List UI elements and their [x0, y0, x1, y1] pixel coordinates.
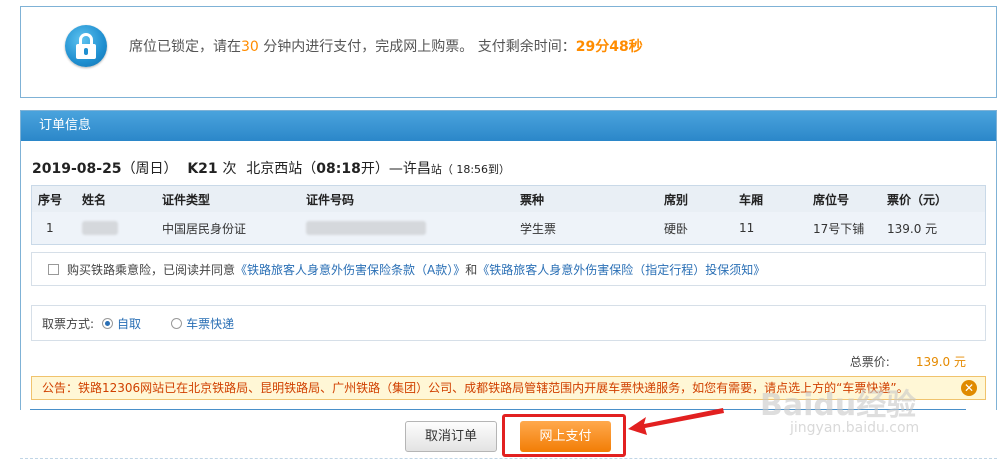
fetch-express-radio[interactable]	[171, 317, 183, 329]
passenger-table: 序号 姓名 证件类型 证件号码 票种 席别 车厢 席位号 票价（元） 1 中国居…	[31, 185, 986, 245]
table-row: 1 中国居民身份证 学生票 硬卧 11 17号下铺 139.0 元	[32, 212, 985, 244]
column-header: 票种	[520, 192, 545, 207]
fetch-label: 取票方式:	[42, 316, 95, 331]
cancel-order-button[interactable]: 取消订单	[405, 421, 497, 452]
lock-message-text-2: 分钟内进行支付，完成网上购票。 支付剩余时间：	[258, 39, 576, 55]
cell-id-type: 中国居民身份证	[162, 221, 247, 236]
departure-time: 08:18	[316, 161, 361, 177]
close-icon[interactable]: ✕	[961, 380, 977, 396]
column-header: 序号	[38, 192, 63, 207]
to-station: 许昌	[402, 161, 431, 177]
pay-online-button[interactable]: 网上支付	[520, 421, 611, 452]
total-value: 139.0 元	[915, 355, 966, 369]
cell-seat-no: 17号下铺	[813, 221, 865, 236]
total-label: 总票价:	[849, 355, 890, 369]
fetch-self-label[interactable]: 自取	[117, 315, 141, 332]
fetch-self-radio[interactable]	[102, 317, 114, 329]
from-suffix: 站（	[288, 161, 317, 177]
ticket-fetch-row: 取票方式: 自取 车票快递	[31, 305, 986, 341]
column-header: 证件类型	[162, 192, 211, 207]
lock-message-text: 席位已锁定，请在	[129, 39, 241, 55]
payment-countdown: 29分48秒	[575, 39, 643, 55]
lock-message: 席位已锁定，请在30 分钟内进行支付，完成网上购票。 支付剩余时间：29分48秒	[129, 36, 643, 56]
insurance-row: 购买铁路乘意险，已阅读并同意 《铁路旅客人身意外伤害保险条款（A款）》 和 《铁…	[31, 252, 986, 286]
pay-minutes: 30	[241, 39, 259, 55]
insurance-notice-link[interactable]: 《铁路旅客人身意外伤害保险（指定行程）投保须知》	[477, 261, 765, 278]
baidu-watermark-url: jingyan.baidu.com	[790, 420, 920, 436]
arrival-time: （ 18:56到）	[441, 163, 511, 176]
table-header: 序号 姓名 证件类型 证件号码 票种 席别 车厢 席位号 票价（元）	[32, 186, 985, 212]
column-header: 席位号	[813, 192, 850, 207]
cell-id-number-redacted	[300, 221, 514, 236]
insurance-and: 和	[465, 262, 478, 277]
fetch-express-label[interactable]: 车票快递	[186, 315, 234, 332]
departure-suffix: 开）—	[360, 161, 403, 177]
lock-notice-panel: 席位已锁定，请在30 分钟内进行支付，完成网上购票。 支付剩余时间：29分48秒	[20, 6, 997, 98]
total-price: 总票价: 139.0 元	[850, 353, 966, 370]
trip-date: 2019-08-25	[32, 161, 122, 177]
order-info-header: 订单信息	[21, 111, 996, 141]
cell-no: 1	[46, 221, 54, 235]
column-header: 证件号码	[306, 192, 355, 207]
train-number: K21	[187, 161, 218, 177]
train-suffix: 次	[222, 161, 237, 177]
insurance-checkbox[interactable]	[48, 263, 59, 275]
from-station: 北京西	[246, 161, 289, 177]
column-header: 车厢	[739, 192, 764, 207]
cell-seat-class: 硬卧	[664, 221, 689, 236]
column-header: 姓名	[82, 192, 107, 207]
cell-car: 11	[739, 221, 755, 235]
divider-bottom	[20, 458, 997, 459]
cell-price: 139.0 元	[887, 221, 938, 236]
cell-ticket-type: 学生票	[520, 221, 557, 236]
column-header: 席别	[664, 192, 689, 207]
insurance-label: 购买铁路乘意险，已阅读并同意	[67, 262, 236, 277]
insurance-terms-link[interactable]: 《铁路旅客人身意外伤害保险条款（A款）》	[235, 261, 465, 278]
column-header: 票价（元）	[887, 192, 948, 207]
trip-summary: 2019-08-25（周日） K21 次 北京西站（08:18开）—许昌站（ 1…	[32, 158, 510, 178]
order-info-panel: 订单信息 2019-08-25（周日） K21 次 北京西站（08:18开）—许…	[20, 110, 997, 410]
trip-weekday: （周日）	[121, 161, 178, 177]
annotation-arrow-icon	[628, 408, 724, 435]
baidu-watermark: Baidu经验	[760, 388, 917, 423]
to-suffix: 站	[430, 163, 442, 176]
cell-name-redacted	[76, 221, 156, 236]
lock-icon	[65, 25, 107, 67]
